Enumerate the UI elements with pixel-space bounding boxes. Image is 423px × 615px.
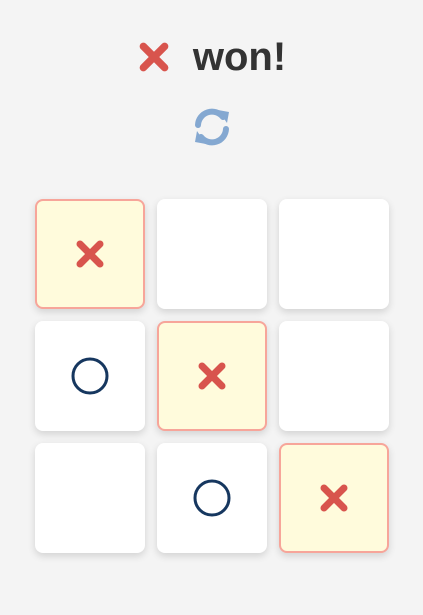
o-mark-icon — [193, 479, 231, 517]
status-text: won! — [192, 34, 287, 79]
board-cell-4[interactable] — [35, 321, 145, 431]
x-icon — [139, 42, 169, 72]
board-cell-9[interactable] — [279, 443, 389, 553]
board-cell-8[interactable] — [157, 443, 267, 553]
board-cell-5[interactable] — [157, 321, 267, 431]
board-cell-6[interactable] — [279, 321, 389, 431]
board-cell-3[interactable] — [279, 199, 389, 309]
o-mark-icon — [71, 357, 109, 395]
x-mark-icon — [198, 362, 226, 390]
game-board — [35, 199, 390, 554]
reset-button[interactable] — [189, 104, 235, 150]
refresh-icon — [195, 108, 229, 146]
x-mark-icon — [76, 240, 104, 268]
board-cell-1[interactable] — [35, 199, 145, 309]
x-mark-icon — [320, 484, 348, 512]
board-cell-2[interactable] — [157, 199, 267, 309]
game-status: won! — [0, 30, 423, 84]
board-cell-7[interactable] — [35, 443, 145, 553]
